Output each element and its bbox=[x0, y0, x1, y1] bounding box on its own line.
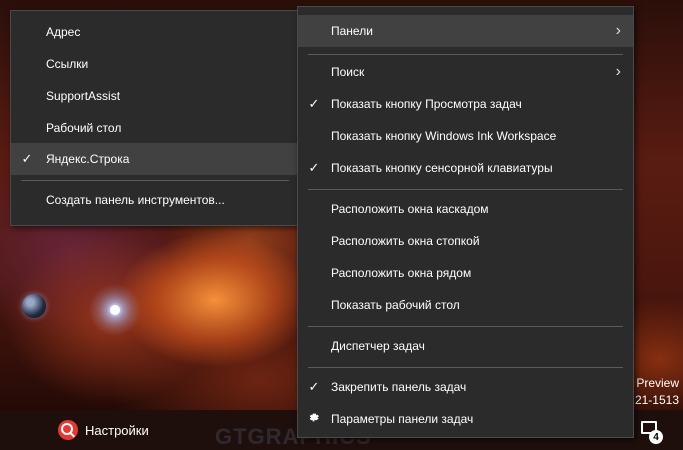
chevron-right-icon: › bbox=[615, 63, 621, 80]
menu-separator bbox=[308, 54, 623, 55]
menu-item-label: Показать кнопку Windows Ink Workspace bbox=[331, 129, 557, 143]
menu-item-label: Панели bbox=[331, 24, 373, 38]
menu-item-lock-taskbar[interactable]: ✓ Закрепить панель задач bbox=[298, 371, 633, 403]
menu-item-show-task-view[interactable]: ✓ Показать кнопку Просмотра задач bbox=[298, 88, 633, 120]
menu-item-show-touch-keyboard[interactable]: ✓ Показать кнопку сенсорной клавиатуры bbox=[298, 152, 633, 184]
menu-item-label: Ссылки bbox=[46, 57, 89, 71]
menu-item-label: Показать рабочий стол bbox=[331, 298, 460, 312]
menu-item-label: Параметры панели задач bbox=[331, 412, 474, 426]
toolbar-item-yandex-stroka[interactable]: ✓ Яндекс.Строка bbox=[11, 143, 299, 175]
toolbar-item-supportassist[interactable]: SupportAssist bbox=[11, 80, 299, 112]
toolbar-item-address[interactable]: Адрес bbox=[11, 16, 299, 48]
menu-item-label: Рабочий стол bbox=[46, 121, 122, 135]
build-watermark-line2: 21-1513 bbox=[634, 393, 679, 407]
checkmark-icon: ✓ bbox=[308, 96, 320, 111]
yandex-search-icon[interactable] bbox=[58, 420, 78, 440]
menu-item-side-by-side[interactable]: Расположить окна рядом bbox=[298, 257, 633, 289]
gear-icon-svg bbox=[309, 413, 319, 422]
menu-item-label: Расположить окна стопкой bbox=[331, 234, 480, 248]
toolbar-item-links[interactable]: Ссылки bbox=[11, 48, 299, 80]
menu-item-label: Показать кнопку Просмотра задач bbox=[331, 97, 522, 111]
menu-item-label: Закрепить панель задач bbox=[331, 380, 467, 394]
planet-graphic bbox=[22, 294, 46, 318]
menu-item-stack[interactable]: Расположить окна стопкой bbox=[298, 225, 633, 257]
menu-item-taskbar-settings[interactable]: Параметры панели задач bbox=[298, 403, 633, 435]
toolbars-submenu: Адрес Ссылки SupportAssist Рабочий стол … bbox=[10, 10, 300, 226]
checkmark-icon: ✓ bbox=[308, 379, 320, 394]
star-graphic bbox=[110, 305, 120, 315]
menu-item-show-ink-workspace[interactable]: Показать кнопку Windows Ink Workspace bbox=[298, 120, 633, 152]
menu-item-task-manager[interactable]: Диспетчер задач bbox=[298, 330, 633, 362]
menu-item-label: Расположить окна рядом bbox=[331, 266, 472, 280]
menu-separator bbox=[308, 189, 623, 190]
menu-item-cascade[interactable]: Расположить окна каскадом bbox=[298, 193, 633, 225]
menu-item-label: Расположить окна каскадом bbox=[331, 202, 489, 216]
checkmark-icon: ✓ bbox=[308, 160, 320, 175]
menu-item-label: Диспетчер задач bbox=[331, 339, 425, 353]
menu-separator bbox=[21, 180, 289, 181]
menu-item-panels[interactable]: Панели › bbox=[298, 15, 633, 47]
menu-item-search[interactable]: Поиск › bbox=[298, 56, 633, 88]
build-watermark-line1: Preview bbox=[636, 376, 679, 390]
taskbar-context-menu: Панели › Поиск › ✓ Показать кнопку Просм… bbox=[297, 6, 634, 438]
menu-separator bbox=[308, 367, 623, 368]
menu-item-label: Показать кнопку сенсорной клавиатуры bbox=[331, 161, 553, 175]
menu-item-show-desktop[interactable]: Показать рабочий стол bbox=[298, 289, 633, 321]
menu-item-label: Яндекс.Строка bbox=[46, 152, 130, 166]
checkmark-icon: ✓ bbox=[21, 151, 33, 166]
menu-separator bbox=[308, 326, 623, 327]
menu-item-label: Адрес bbox=[46, 25, 81, 39]
menu-item-label: Поиск bbox=[331, 65, 365, 79]
menu-item-label: SupportAssist bbox=[46, 89, 121, 103]
menu-item-label: Создать панель инструментов... bbox=[46, 193, 225, 207]
chevron-right-icon: › bbox=[615, 22, 621, 39]
taskbar-search-label[interactable]: Настройки bbox=[85, 423, 149, 438]
toolbar-item-desktop[interactable]: Рабочий стол bbox=[11, 112, 299, 144]
notification-count-badge: 4 bbox=[649, 430, 663, 444]
gear-icon bbox=[307, 411, 319, 427]
create-toolbar-item[interactable]: Создать панель инструментов... bbox=[11, 184, 299, 216]
